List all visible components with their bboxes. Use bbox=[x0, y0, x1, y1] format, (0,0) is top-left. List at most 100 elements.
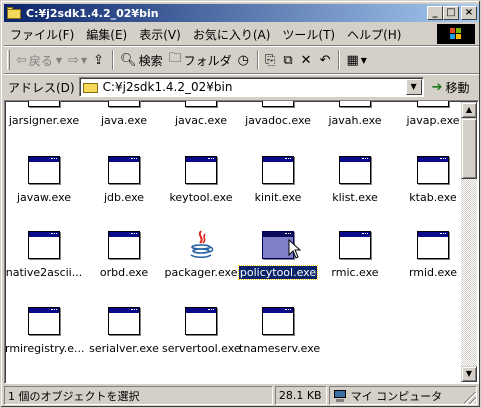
file-item[interactable]: jdb.exe bbox=[84, 154, 164, 204]
move-to-button[interactable]: ⎘ bbox=[262, 49, 280, 71]
undo-icon: ↶ bbox=[319, 52, 331, 68]
application-icon bbox=[338, 101, 372, 109]
up-folder-button[interactable]: ⇪ bbox=[90, 49, 109, 71]
forward-button[interactable]: ⇨ ▼ bbox=[65, 49, 90, 71]
file-label: javap.exe bbox=[406, 114, 460, 127]
application-icon bbox=[27, 154, 61, 186]
file-item[interactable]: javadoc.exe bbox=[238, 101, 318, 127]
folder-icon bbox=[6, 6, 22, 20]
application-icon bbox=[416, 229, 450, 261]
file-label: javah.exe bbox=[328, 114, 382, 127]
toolbar: ⇦ 戻る ▼ ⇨ ▼ ⇪ 🔍︎ 検索 🗀 フォルダ ◷ ⎘ ⧉ ✕ ↶ ▦ ▼ bbox=[4, 47, 479, 73]
file-list-view[interactable]: jarsigner.exe java.exe javac.exe javadoc.ex… bbox=[4, 100, 479, 384]
file-label: keytool.exe bbox=[169, 191, 233, 204]
application-icon bbox=[261, 154, 295, 186]
delete-icon: ✕ bbox=[300, 52, 312, 68]
application-icon bbox=[107, 305, 141, 337]
menu-view[interactable]: 表示(V) bbox=[133, 26, 187, 43]
file-label: rmic.exe bbox=[331, 266, 379, 279]
file-item[interactable]: tnameserv.exe bbox=[238, 305, 320, 355]
application-icon bbox=[261, 305, 295, 337]
copy-to-icon: ⧉ bbox=[283, 52, 293, 68]
my-computer-icon bbox=[333, 389, 347, 402]
chevron-down-icon: ▼ bbox=[80, 55, 88, 65]
file-item[interactable]: javaw.exe bbox=[5, 154, 84, 204]
folders-button[interactable]: 🗀 フォルダ bbox=[166, 49, 235, 71]
windows-logo-icon bbox=[437, 24, 475, 44]
toolbar-grip[interactable] bbox=[7, 50, 10, 70]
delete-button[interactable]: ✕ bbox=[298, 49, 317, 71]
scroll-up-button[interactable]: ▲ bbox=[461, 102, 477, 118]
title-bar[interactable]: C:¥j2sdk1.4.2_02¥bin _ □ × bbox=[4, 4, 479, 22]
file-label: ktab.exe bbox=[409, 191, 457, 204]
search-button[interactable]: 🔍︎ 検索 bbox=[117, 49, 166, 71]
file-item[interactable]: klist.exe bbox=[315, 154, 395, 204]
file-item[interactable]: policytool.exe bbox=[237, 229, 319, 280]
application-icon bbox=[107, 101, 141, 109]
file-item[interactable]: native2ascii... bbox=[5, 229, 84, 279]
menu-tools[interactable]: ツール(T) bbox=[276, 26, 341, 43]
file-label: rmid.exe bbox=[408, 266, 458, 279]
go-button[interactable]: ➔ 移動 bbox=[432, 79, 470, 96]
minimize-button[interactable]: _ bbox=[427, 6, 443, 20]
chevron-down-icon: ▼ bbox=[360, 55, 367, 65]
menu-help[interactable]: ヘルプ(H) bbox=[341, 26, 407, 43]
file-item[interactable]: orbd.exe bbox=[84, 229, 164, 279]
application-icon bbox=[416, 101, 450, 109]
application-icon bbox=[338, 154, 372, 186]
forward-arrow-icon: ⇨ bbox=[68, 52, 79, 68]
application-icon bbox=[27, 229, 61, 261]
file-label: javac.exe bbox=[174, 114, 228, 127]
close-button[interactable]: × bbox=[461, 6, 477, 20]
application-icon bbox=[184, 305, 218, 337]
file-item[interactable]: kinit.exe bbox=[238, 154, 318, 204]
go-arrow-icon: ➔ bbox=[431, 79, 443, 95]
resize-grip[interactable] bbox=[464, 392, 477, 404]
maximize-button[interactable]: □ bbox=[443, 6, 459, 20]
application-icon bbox=[184, 101, 218, 109]
address-dropdown-button[interactable]: ▼ bbox=[405, 79, 422, 95]
application-icon bbox=[416, 154, 450, 186]
scroll-thumb[interactable] bbox=[461, 118, 477, 179]
menu-favorites[interactable]: お気に入り(A) bbox=[187, 26, 277, 43]
file-item[interactable]: serialver.exe bbox=[84, 305, 164, 355]
status-selection: 1 個のオブジェクトを選択 bbox=[4, 386, 273, 405]
status-size: 28.1 KB bbox=[274, 386, 327, 405]
file-item[interactable]: keytool.exe bbox=[161, 154, 241, 204]
address-value: C:¥j2sdk1.4.2_02¥bin bbox=[102, 80, 233, 94]
file-item[interactable]: servertool.exe bbox=[161, 305, 241, 355]
file-label: klist.exe bbox=[332, 191, 378, 204]
vertical-scrollbar[interactable]: ▲ ▼ bbox=[461, 102, 477, 382]
copy-to-button[interactable]: ⧉ bbox=[280, 49, 297, 71]
file-label: kinit.exe bbox=[254, 191, 302, 204]
application-icon bbox=[184, 154, 218, 186]
folder-icon bbox=[82, 81, 99, 93]
file-item[interactable]: javah.exe bbox=[315, 101, 395, 127]
chevron-down-icon: ▼ bbox=[55, 55, 63, 65]
application-icon bbox=[27, 305, 61, 337]
menu-file[interactable]: ファイル(F) bbox=[4, 26, 80, 43]
java-icon bbox=[184, 229, 218, 261]
file-item[interactable]: packager.exe bbox=[161, 229, 241, 279]
application-icon bbox=[261, 101, 295, 109]
history-button[interactable]: ◷ bbox=[235, 49, 254, 71]
application-icon bbox=[27, 101, 61, 109]
file-item[interactable]: javac.exe bbox=[161, 101, 241, 127]
file-item[interactable]: java.exe bbox=[84, 101, 164, 127]
file-label: native2ascii... bbox=[5, 266, 83, 279]
views-button[interactable]: ▦ ▼ bbox=[343, 49, 369, 71]
mouse-pointer-icon bbox=[288, 239, 302, 259]
file-label: orbd.exe bbox=[99, 266, 149, 279]
file-label: rmiregistry.e... bbox=[5, 342, 85, 355]
file-item[interactable]: rmic.exe bbox=[315, 229, 395, 279]
file-label: packager.exe bbox=[164, 266, 238, 279]
file-item[interactable]: rmiregistry.e... bbox=[5, 305, 85, 355]
undo-button[interactable]: ↶ bbox=[317, 49, 336, 71]
scroll-down-button[interactable]: ▼ bbox=[461, 366, 477, 382]
menu-edit[interactable]: 編集(E) bbox=[80, 26, 133, 43]
back-button[interactable]: ⇦ 戻る ▼ bbox=[13, 49, 65, 71]
file-item[interactable]: jarsigner.exe bbox=[5, 101, 84, 127]
views-icon: ▦ bbox=[346, 52, 359, 68]
address-input[interactable]: C:¥j2sdk1.4.2_02¥bin ▼ bbox=[78, 77, 424, 97]
status-zone: マイ コンピュータ bbox=[328, 386, 478, 405]
